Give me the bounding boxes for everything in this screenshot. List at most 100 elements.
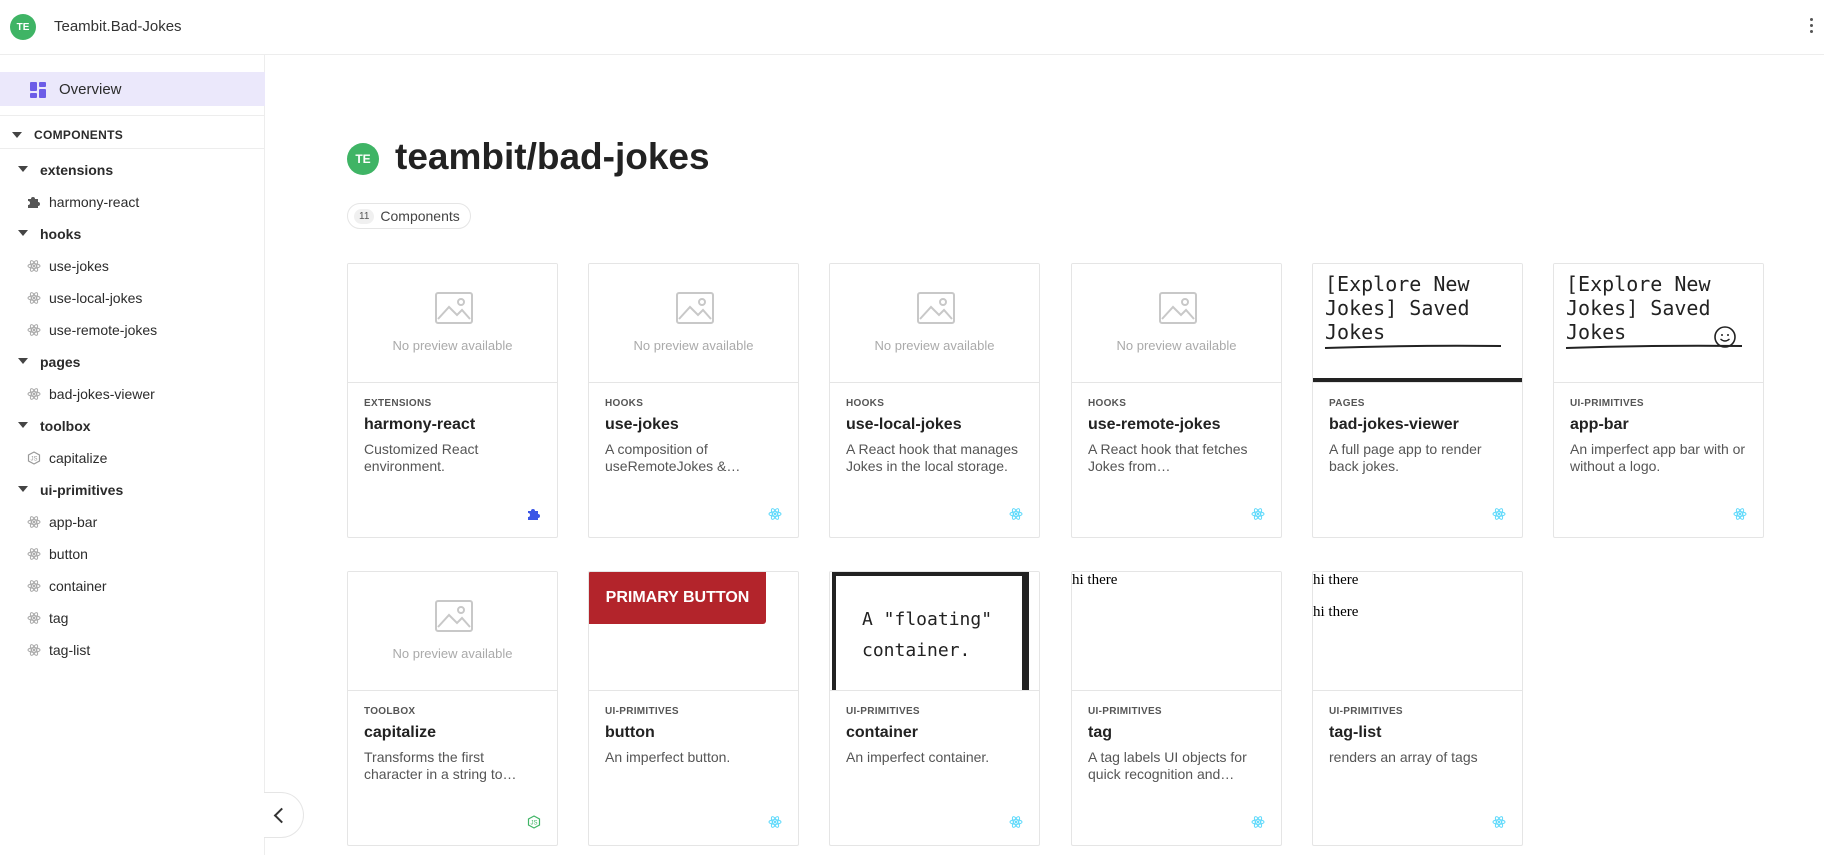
- component-card-button[interactable]: PRIMARY BUTTON UI-PRIMITIVES button An impe…: [588, 571, 799, 846]
- component-count-badge: 11 Components: [347, 203, 471, 229]
- sidebar-item-button[interactable]: button: [0, 543, 265, 565]
- component-card-tag-list[interactable]: hi there hi there UI-PRIMITIVES tag-list ren…: [1312, 571, 1523, 846]
- image-placeholder-icon: [1159, 292, 1197, 324]
- image-placeholder-icon: [435, 600, 473, 632]
- no-preview-text: No preview available: [633, 338, 754, 353]
- sidebar-item-label: button: [49, 546, 88, 562]
- component-card-tag[interactable]: hi there UI-PRIMITIVES tag A tag labels UI …: [1071, 571, 1282, 846]
- card-namespace: PAGES: [1329, 398, 1365, 409]
- sidebar-item-label: Overview: [59, 81, 122, 98]
- image-placeholder-icon: [435, 292, 473, 324]
- react-icon: [27, 579, 41, 593]
- namespace-label: ui-primitives: [40, 482, 124, 498]
- component-card-app-bar[interactable]: [Explore New Jokes] Saved Jokes UI-PRIMITIV…: [1553, 263, 1764, 538]
- no-preview-text: No preview available: [392, 338, 513, 353]
- card-description: An imperfect container.: [846, 749, 990, 765]
- card-title: use-remote-jokes: [1088, 416, 1221, 433]
- sidebar-item-tag-list[interactable]: tag-list: [0, 639, 265, 661]
- sidebar-item-container[interactable]: container: [0, 575, 265, 597]
- no-preview-text: No preview available: [1116, 338, 1237, 353]
- card-description: An imperfect app bar with or without a l…: [1570, 441, 1746, 474]
- dashboard-icon: [30, 82, 46, 98]
- card-preview: hi there: [1072, 572, 1281, 691]
- top-bar: TE Teambit.Bad-Jokes: [0, 0, 1824, 55]
- no-preview-text: No preview available: [874, 338, 995, 353]
- namespace-hooks[interactable]: hooks: [0, 223, 265, 245]
- card-description: A tag labels UI objects for quick recogn…: [1088, 749, 1247, 782]
- card-description: renders an array of tags: [1329, 749, 1478, 765]
- sidebar-item-bad-jokes-viewer[interactable]: bad-jokes-viewer: [0, 383, 265, 405]
- preview-text: Jokes: [1325, 320, 1386, 344]
- namespace-label: hooks: [40, 226, 82, 242]
- card-title: bad-jokes-viewer: [1329, 416, 1459, 433]
- preview-text: Jokes] Saved: [1325, 296, 1470, 320]
- image-placeholder-icon: [676, 292, 714, 324]
- preview-tag-text: hi there: [1313, 572, 1359, 588]
- component-card-capitalize[interactable]: No preview available TOOLBOX capitalize Tra…: [347, 571, 558, 846]
- scope-avatar[interactable]: TE: [10, 14, 36, 40]
- sidebar-item-use-jokes[interactable]: use-jokes: [0, 255, 265, 277]
- svg-text:JS: JS: [530, 821, 537, 827]
- component-card-container[interactable]: A "floating" container. UI-PRIMITIVES conta…: [829, 571, 1040, 846]
- card-namespace: UI-PRIMITIVES: [1088, 706, 1162, 717]
- preview-tag-text: hi there: [1072, 572, 1118, 588]
- sidebar-item-app-bar[interactable]: app-bar: [0, 511, 265, 533]
- sidebar-item-use-local-jokes[interactable]: use-local-jokes: [0, 287, 265, 309]
- preview-text: Jokes] Saved: [1566, 296, 1711, 320]
- sidebar-item-capitalize[interactable]: JS capitalize: [0, 447, 265, 469]
- sidebar-item-use-remote-jokes[interactable]: use-remote-jokes: [0, 319, 265, 341]
- page-title: teambit/bad-jokes: [395, 136, 710, 177]
- card-title: app-bar: [1570, 416, 1629, 433]
- scope-name[interactable]: Teambit.Bad-Jokes: [54, 18, 182, 35]
- puzzle-icon: [527, 507, 541, 521]
- component-card-harmony-react[interactable]: No preview available EXTENSIONS harmony-re…: [347, 263, 558, 538]
- react-icon: [1492, 815, 1506, 829]
- card-preview: No preview available: [348, 572, 557, 691]
- component-card-bad-jokes-viewer[interactable]: [Explore New Jokes] Saved Jokes PAGES bad-jo…: [1312, 263, 1523, 538]
- sidebar-item-harmony-react[interactable]: harmony-react: [0, 191, 265, 213]
- sidebar-item-label: bad-jokes-viewer: [49, 386, 155, 402]
- namespace-pages[interactable]: pages: [0, 351, 265, 373]
- preview-appbar: [Explore New Jokes] Saved Jokes: [1566, 272, 1711, 344]
- react-icon: [768, 815, 782, 829]
- divider: [0, 148, 265, 149]
- main-content: TE teambit/bad-jokes 11 Components No pr…: [265, 55, 1824, 855]
- preview-appbar: [Explore New Jokes] Saved Jokes: [1325, 272, 1470, 344]
- caret-down-icon: [18, 166, 28, 172]
- card-preview: No preview available: [830, 264, 1039, 383]
- appbar-underline: [1324, 344, 1502, 349]
- sidebar-item-label: use-remote-jokes: [49, 322, 158, 338]
- components-section-toggle[interactable]: COMPONENTS: [0, 125, 265, 147]
- more-vertical-icon[interactable]: [1804, 15, 1818, 39]
- scope-avatar-large: TE: [347, 143, 379, 175]
- card-preview: No preview available: [348, 264, 557, 383]
- card-title: use-local-jokes: [846, 416, 962, 433]
- card-title: container: [846, 724, 919, 741]
- sidebar-item-tag[interactable]: tag: [0, 607, 265, 629]
- sidebar-item-label: tag: [49, 610, 69, 626]
- node-icon: JS: [27, 451, 41, 465]
- react-icon: [1733, 507, 1747, 521]
- caret-down-icon: [12, 132, 22, 138]
- namespace-ui-primitives[interactable]: ui-primitives: [0, 479, 265, 501]
- appbar-underline: [1565, 344, 1743, 349]
- react-icon: [27, 259, 41, 273]
- count-number: 11: [354, 208, 375, 224]
- chevron-left-icon: [273, 807, 290, 824]
- card-preview: [Explore New Jokes] Saved Jokes: [1554, 264, 1763, 383]
- namespace-label: extensions: [40, 162, 114, 178]
- sidebar-item-label: use-local-jokes: [49, 290, 143, 306]
- component-card-use-remote-jokes[interactable]: No preview available HOOKS use-remote-joke…: [1071, 263, 1282, 538]
- react-icon: [27, 611, 41, 625]
- section-label: COMPONENTS: [34, 128, 124, 142]
- sidebar-item-label: app-bar: [49, 514, 98, 530]
- sidebar-item-label: tag-list: [49, 642, 91, 658]
- preview-text: container.: [862, 640, 971, 661]
- divider: [0, 115, 265, 116]
- namespace-toolbox[interactable]: toolbox: [0, 415, 265, 437]
- preview-text: [Explore New: [1566, 272, 1711, 296]
- namespace-extensions[interactable]: extensions: [0, 159, 265, 181]
- component-card-use-jokes[interactable]: No preview available HOOKS use-jokes A comp…: [588, 263, 799, 538]
- sidebar-item-overview[interactable]: Overview: [0, 72, 265, 106]
- component-card-use-local-jokes[interactable]: No preview available HOOKS use-local-jokes…: [829, 263, 1040, 538]
